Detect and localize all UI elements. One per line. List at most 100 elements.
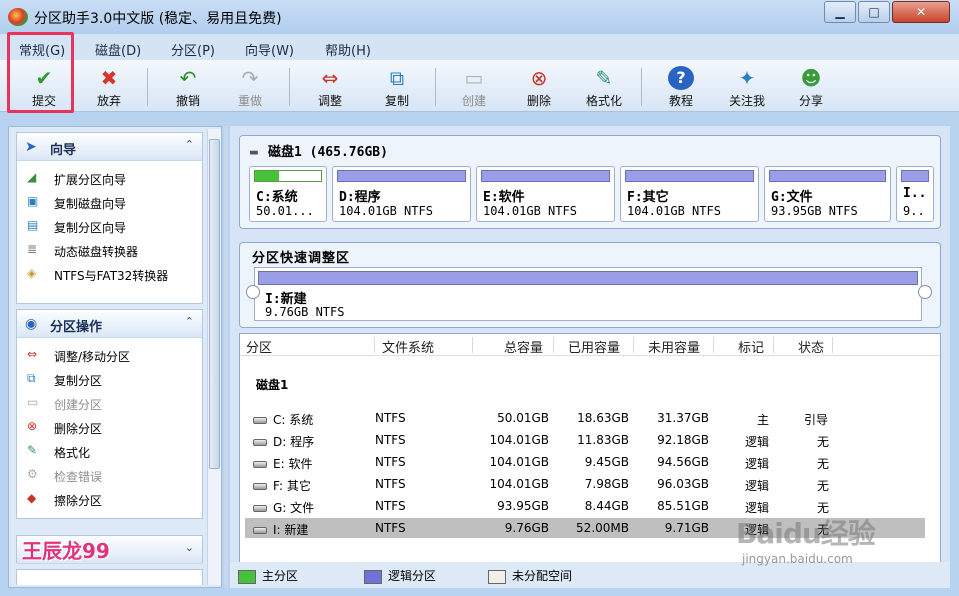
collapse-chevron-icon[interactable]: ⌃ <box>185 315 194 328</box>
wipe-icon: ◆ <box>27 491 37 505</box>
partition-ops-panel-title: 分区操作 <box>50 320 103 335</box>
quick-partition-info: 9.76GB NTFS <box>265 305 345 319</box>
drive-icon <box>253 483 267 490</box>
discard-button[interactable]: ✖ 放弃 <box>82 66 136 109</box>
delete-button[interactable]: ⊗ 删除 <box>512 66 566 109</box>
cell-status: 无 <box>817 457 830 471</box>
partition-ops-panel-header[interactable]: ◉ 分区操作 ⌃ <box>17 310 202 338</box>
cell-total: 104.01GB <box>489 455 549 469</box>
resize-handle-right[interactable] <box>918 285 932 299</box>
follow-button[interactable]: ✦ 关注我 <box>720 66 774 109</box>
copy-icon: ⧉ <box>27 371 36 385</box>
toolbar-divider <box>435 68 436 106</box>
column-header-used[interactable]: 已用容量 <box>568 337 620 356</box>
maximize-button[interactable]: □ <box>858 1 890 23</box>
tutorial-label: 教程 <box>668 94 693 108</box>
resize-label: 调整 <box>317 94 342 108</box>
cell-flag: 主 <box>757 413 770 427</box>
sidebar-item-label: 删除分区 <box>54 422 103 436</box>
menu-disk[interactable]: 磁盘(D) <box>95 40 141 59</box>
column-divider[interactable] <box>472 337 473 353</box>
partition-info: 104.01GB NTFS <box>339 204 433 218</box>
table-row[interactable]: C: 系统 NTFS 50.01GB 18.63GB 31.37GB 主 引导 <box>245 408 925 428</box>
collapsed-panel <box>16 569 203 585</box>
copy-icon: ⧉ <box>389 66 405 90</box>
column-header-filesystem[interactable]: 文件系统 <box>382 337 434 356</box>
disk-map: ▬ 磁盘1 (465.76GB) C:系统 50.01... D:程序 104.0… <box>239 135 941 229</box>
menu-help[interactable]: 帮助(H) <box>325 40 371 59</box>
follow-label: 关注我 <box>728 94 765 108</box>
sidebar-item-label: 格式化 <box>54 446 91 460</box>
resize-button[interactable]: ⇔ 调整 <box>303 66 357 109</box>
menu-wizard[interactable]: 向导(W) <box>245 40 294 59</box>
table-row[interactable]: F: 其它 NTFS 104.01GB 7.98GB 96.03GB 逻辑 无 <box>245 474 925 494</box>
partition-name: D:程序 <box>339 190 381 205</box>
share-label: 分享 <box>798 94 823 108</box>
expand-chevron-icon[interactable]: ⌄ <box>185 541 194 554</box>
legend-label: 未分配空间 <box>512 569 573 583</box>
table-row[interactable]: E: 软件 NTFS 104.01GB 9.45GB 94.56GB 逻辑 无 <box>245 452 925 472</box>
collapse-chevron-icon[interactable]: ⌃ <box>185 138 194 151</box>
cell-partition: C: 系统 <box>273 413 314 427</box>
cell-used: 8.44GB <box>584 499 629 513</box>
close-button[interactable]: ✕ <box>892 1 950 23</box>
column-header-status[interactable]: 状态 <box>798 337 824 356</box>
quick-partition-block[interactable]: I:新建 9.76GB NTFS <box>254 267 922 321</box>
column-header-total[interactable]: 总容量 <box>504 337 543 356</box>
minimize-button[interactable]: ▁ <box>824 1 856 23</box>
resize-handle-left[interactable] <box>246 285 260 299</box>
wizard-panel-header[interactable]: ➤ 向导 ⌃ <box>17 133 202 161</box>
drive-icon <box>253 417 267 424</box>
format-label: 格式化 <box>585 94 622 108</box>
column-divider[interactable] <box>633 337 634 353</box>
column-divider[interactable] <box>713 337 714 353</box>
partition-block-e[interactable]: E:软件 104.01GB NTFS <box>476 166 615 222</box>
cell-total: 93.95GB <box>497 499 549 513</box>
share-button[interactable]: ☻ 分享 <box>784 66 838 109</box>
column-divider[interactable] <box>553 337 554 353</box>
redo-icon: ↷ <box>241 66 259 90</box>
partition-ops-icon: ◉ <box>25 316 38 332</box>
column-header-free[interactable]: 未用容量 <box>648 337 700 356</box>
menu-partition[interactable]: 分区(P) <box>171 40 215 59</box>
sidebar: ➤ 向导 ⌃ ◢ 扩展分区向导 ▣ 复制磁盘向导 ▤ 复制分区向导 ≣ 动态磁盘… <box>8 126 222 588</box>
column-divider[interactable] <box>773 337 774 353</box>
help-icon: ? <box>668 66 694 90</box>
undo-button[interactable]: ↶ 撤销 <box>161 66 215 109</box>
sidebar-item-label: 复制磁盘向导 <box>54 197 127 211</box>
format-button[interactable]: ✎ 格式化 <box>577 66 631 109</box>
partition-block-f[interactable]: F:其它 104.01GB NTFS <box>620 166 759 222</box>
drive-icon <box>253 461 267 468</box>
column-divider[interactable] <box>832 337 833 353</box>
partition-block-d[interactable]: D:程序 104.01GB NTFS <box>332 166 471 222</box>
scrollbar-thumb[interactable] <box>209 139 220 469</box>
partition-info: 104.01GB NTFS <box>627 204 721 218</box>
splitter[interactable] <box>224 126 228 588</box>
table-row[interactable]: D: 程序 NTFS 104.01GB 11.83GB 92.18GB 逻辑 无 <box>245 430 925 450</box>
resize-move-icon: ⇔ <box>27 347 38 361</box>
extend-icon: ◢ <box>27 170 37 184</box>
partition-name: F:其它 <box>627 190 669 205</box>
cell-flag: 逻辑 <box>745 479 770 493</box>
title-bar: 分区助手3.0中文版 (稳定、易用且免费) ▁ □ ✕ <box>0 0 959 34</box>
partition-block-i[interactable]: I.. 9.. <box>896 166 934 222</box>
tutorial-button[interactable]: ? 教程 <box>654 66 708 109</box>
redo-button[interactable]: ↷ 重做 <box>223 66 277 109</box>
column-divider[interactable] <box>374 337 375 353</box>
create-button[interactable]: ▭ 创建 <box>447 66 501 109</box>
sidebar-item-label: NTFS与FAT32转换器 <box>54 269 169 283</box>
cell-status: 引导 <box>804 413 829 427</box>
create-icon: ▭ <box>27 395 39 409</box>
cell-partition: E: 软件 <box>273 457 313 471</box>
sidebar-item-label: 复制分区 <box>54 374 103 388</box>
column-header-partition[interactable]: 分区 <box>246 337 272 356</box>
partition-block-c[interactable]: C:系统 50.01... <box>249 166 327 222</box>
copy-button[interactable]: ⧉ 复制 <box>370 66 424 109</box>
toolbar-divider <box>147 68 148 106</box>
partition-block-g[interactable]: G:文件 93.95GB NTFS <box>764 166 891 222</box>
column-header-flag[interactable]: 标记 <box>738 337 764 356</box>
undo-label: 撤销 <box>175 94 200 108</box>
sidebar-scrollbar[interactable] <box>207 129 221 585</box>
format-icon: ✎ <box>595 66 613 90</box>
sidebar-item-label: 创建分区 <box>54 398 103 412</box>
